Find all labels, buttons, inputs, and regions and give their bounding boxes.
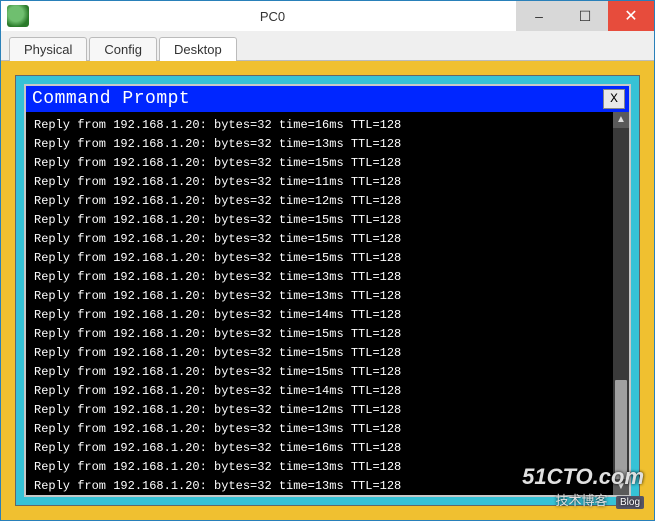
- window-titlebar[interactable]: PC0 – ☐ ✕: [1, 1, 654, 31]
- command-prompt-titlebar[interactable]: Command Prompt X: [26, 86, 629, 112]
- minimize-button[interactable]: –: [516, 1, 562, 31]
- command-prompt-close-button[interactable]: X: [603, 89, 625, 109]
- tab-desktop[interactable]: Desktop: [159, 37, 237, 61]
- app-icon: [7, 5, 29, 27]
- window-controls: – ☐ ✕: [516, 1, 654, 31]
- command-prompt-output[interactable]: Reply from 192.168.1.20: bytes=32 time=1…: [26, 112, 629, 495]
- scroll-down-icon[interactable]: ▼: [613, 479, 629, 495]
- client-area: Command Prompt X Reply from 192.168.1.20…: [1, 61, 654, 520]
- command-prompt-title: Command Prompt: [32, 89, 190, 109]
- command-prompt-scrollbar[interactable]: ▲ ▼: [613, 112, 629, 495]
- close-button[interactable]: ✕: [608, 1, 654, 31]
- window-title: PC0: [29, 9, 516, 24]
- maximize-button[interactable]: ☐: [562, 1, 608, 31]
- command-prompt-window: Command Prompt X Reply from 192.168.1.20…: [24, 84, 631, 497]
- tabstrip: Physical Config Desktop: [1, 31, 654, 61]
- tab-physical[interactable]: Physical: [9, 37, 87, 61]
- app-window: PC0 – ☐ ✕ Physical Config Desktop Comman…: [0, 0, 655, 521]
- scroll-up-icon[interactable]: ▲: [613, 112, 629, 128]
- tab-config[interactable]: Config: [89, 37, 157, 61]
- scroll-thumb[interactable]: [615, 380, 627, 480]
- desktop-panel: Command Prompt X Reply from 192.168.1.20…: [15, 75, 640, 506]
